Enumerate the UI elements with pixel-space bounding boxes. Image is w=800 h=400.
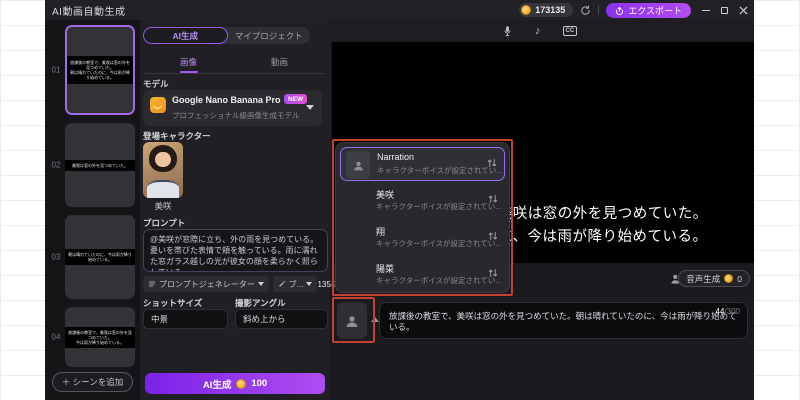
swap-voice-icon[interactable] bbox=[487, 230, 499, 242]
scene-number: 04 bbox=[51, 332, 61, 342]
ai-generate-button[interactable]: AI生成 100 bbox=[145, 373, 325, 394]
scene-thumbnail-03[interactable]: 03 朝は晴れていたのに、今は雨が降り始めている。 bbox=[45, 215, 140, 299]
tab-ai-generate[interactable]: AI生成 bbox=[143, 27, 228, 44]
app-window: AI動画自動生成 173135 エクスポート 01 放課後の教室で、美咲は窓の外… bbox=[45, 0, 754, 400]
character-name: 美咲 bbox=[154, 201, 172, 211]
shot-size-label: ショットサイズ bbox=[143, 298, 203, 308]
caret-up-icon[interactable] bbox=[371, 317, 379, 322]
close-button[interactable] bbox=[739, 5, 748, 15]
narrator-avatar-button[interactable] bbox=[337, 302, 367, 339]
model-section-label: モデル bbox=[143, 79, 169, 89]
character-section-label: 登場キャラクター bbox=[143, 131, 211, 141]
voice-row-hina[interactable]: 陽菜 キャラクターボイスが設定されてい... bbox=[340, 258, 505, 292]
model-selector[interactable]: Google Nano Banana Pro NEW プロフェッショナル級画像生… bbox=[143, 90, 322, 126]
tab-my-projects[interactable]: マイプロジェクト bbox=[228, 27, 311, 44]
music-icon[interactable]: ♪ bbox=[535, 25, 541, 37]
media-subtabs: 画像 動画 bbox=[143, 53, 325, 73]
chevron-down-icon bbox=[257, 282, 264, 286]
mode-tabs: AI生成 マイプロジェクト bbox=[143, 27, 310, 44]
coin-icon bbox=[521, 5, 532, 15]
scene-thumbnail-04[interactable]: 04 放課後の教室で、美咲は窓の外を見つめていた。 今は雨が降り始めている。 bbox=[45, 307, 140, 367]
export-icon bbox=[616, 6, 624, 15]
voice-generate-button[interactable]: 音声生成 0 bbox=[678, 270, 750, 287]
prompt-generator-button[interactable]: プロンプトジェネレーター bbox=[143, 276, 269, 292]
prompt-brush-button[interactable]: ブ... bbox=[272, 276, 318, 292]
export-button[interactable]: エクスポート bbox=[606, 2, 691, 18]
shot-size-input[interactable]: 中景 bbox=[143, 309, 228, 329]
prompt-section-label: プロンプト bbox=[143, 218, 186, 228]
swap-voice-icon[interactable] bbox=[486, 157, 498, 169]
narration-input[interactable]: 放課後の教室で、美咲は窓の外を見つめていた。朝は晴れていたのに、今は雨が降り始め… bbox=[379, 302, 748, 339]
chevron-down-icon bbox=[306, 105, 314, 110]
pen-icon bbox=[279, 281, 285, 287]
scene-number: 02 bbox=[51, 160, 61, 170]
scene-thumbnail-02[interactable]: 02 美咲は窓の外を見つめていた。 bbox=[45, 123, 140, 207]
maximize-button[interactable] bbox=[721, 6, 728, 14]
person-icon bbox=[353, 161, 363, 170]
scene-sidebar: 01 放課後の教室で、美咲は窓の外を見つめていた。 朝は晴れていたのに、今は雨が… bbox=[45, 20, 140, 400]
refresh-icon[interactable] bbox=[580, 5, 591, 16]
camera-angle-input[interactable]: 斜め上から bbox=[235, 309, 328, 329]
credits-badge[interactable]: 173135 bbox=[519, 3, 574, 17]
swap-voice-icon[interactable] bbox=[487, 267, 499, 279]
credits-count: 173135 bbox=[535, 5, 566, 15]
scene-number: 03 bbox=[51, 252, 61, 262]
narration-placeholder-avatar bbox=[346, 151, 370, 179]
window-title: AI動画自動生成 bbox=[52, 6, 126, 18]
voice-row-sho[interactable]: 翔 キャラクターボイスが設定されてい... bbox=[340, 221, 505, 255]
coin-icon bbox=[724, 274, 734, 283]
minimize-button[interactable] bbox=[702, 9, 710, 11]
banana-model-icon bbox=[150, 97, 166, 113]
voice-row-narration[interactable]: Narration キャラクターボイスが設定されてい... bbox=[340, 147, 505, 181]
subtab-video[interactable]: 動画 bbox=[234, 53, 325, 71]
microphone-icon[interactable] bbox=[502, 25, 513, 37]
captions-icon[interactable]: CC bbox=[562, 26, 578, 36]
camera-angle-label: 撮影アングル bbox=[235, 298, 286, 308]
voice-assign-panel: Narration キャラクターボイスが設定されてい... 美咲 キャラクターボ… bbox=[335, 142, 510, 293]
scene-number: 01 bbox=[51, 65, 61, 75]
character-avatar-misaki[interactable] bbox=[143, 142, 183, 198]
coin-icon bbox=[236, 378, 247, 389]
subtab-image[interactable]: 画像 bbox=[143, 53, 234, 73]
divider bbox=[143, 73, 325, 74]
scene-thumbnail-01[interactable]: 01 放課後の教室で、美咲は窓の外を見つめていた。 朝は晴れていたのに、今は雨が… bbox=[45, 25, 140, 115]
new-badge: NEW bbox=[284, 94, 308, 104]
preview-toolbar: ♪ CC bbox=[330, 20, 754, 42]
prompt-textarea[interactable]: @美咲が窓際に立ち、外の雨を見つめている。憂いを帯びた表情で頬を触っている。雨に… bbox=[143, 229, 328, 272]
swap-voice-icon[interactable] bbox=[487, 193, 499, 205]
add-scene-button[interactable]: ＋ シーンを追加 bbox=[52, 372, 133, 392]
titlebar: AI動画自動生成 173135 エクスポート bbox=[45, 0, 754, 20]
person-icon bbox=[346, 315, 358, 327]
chevron-down-icon bbox=[306, 282, 313, 286]
generation-panel: AI生成 マイプロジェクト 画像 動画 モデル Google Nano Bana… bbox=[140, 20, 351, 400]
voice-row-misaki[interactable]: 美咲 キャラクターボイスが設定されてい... bbox=[340, 184, 505, 218]
divider bbox=[598, 5, 600, 15]
narration-char-counter: 44/300 bbox=[715, 307, 740, 316]
list-icon bbox=[148, 281, 156, 287]
